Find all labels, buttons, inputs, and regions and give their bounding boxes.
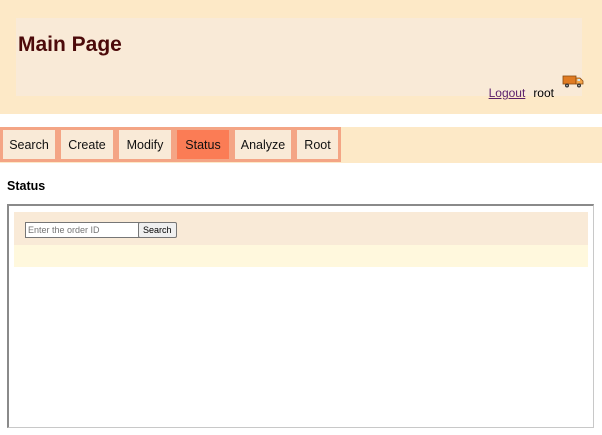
username: root: [533, 86, 554, 100]
order-id-input[interactable]: [25, 222, 141, 238]
search-button[interactable]: Search: [138, 222, 177, 238]
content-frame: Search: [7, 204, 594, 428]
logout-link[interactable]: Logout: [489, 86, 526, 100]
tab-status[interactable]: Status: [174, 127, 232, 162]
nav-bar: Search Create Modify Status Analyze Root: [0, 127, 602, 163]
user-area: Logout root: [489, 70, 584, 100]
nav-tabs: Search Create Modify Status Analyze Root: [0, 127, 341, 162]
tab-create[interactable]: Create: [58, 127, 116, 162]
truck-icon: [562, 72, 584, 90]
page-title: Main Page: [18, 33, 122, 56]
page-header: Main Page Logout root: [0, 0, 602, 114]
status-result-area: [14, 245, 588, 267]
tab-root[interactable]: Root: [294, 127, 341, 162]
tab-analyze[interactable]: Analyze: [232, 127, 294, 162]
order-search-panel: Search: [14, 212, 588, 245]
tab-search[interactable]: Search: [0, 127, 58, 162]
section-heading: Status: [7, 179, 46, 193]
tab-modify[interactable]: Modify: [116, 127, 174, 162]
